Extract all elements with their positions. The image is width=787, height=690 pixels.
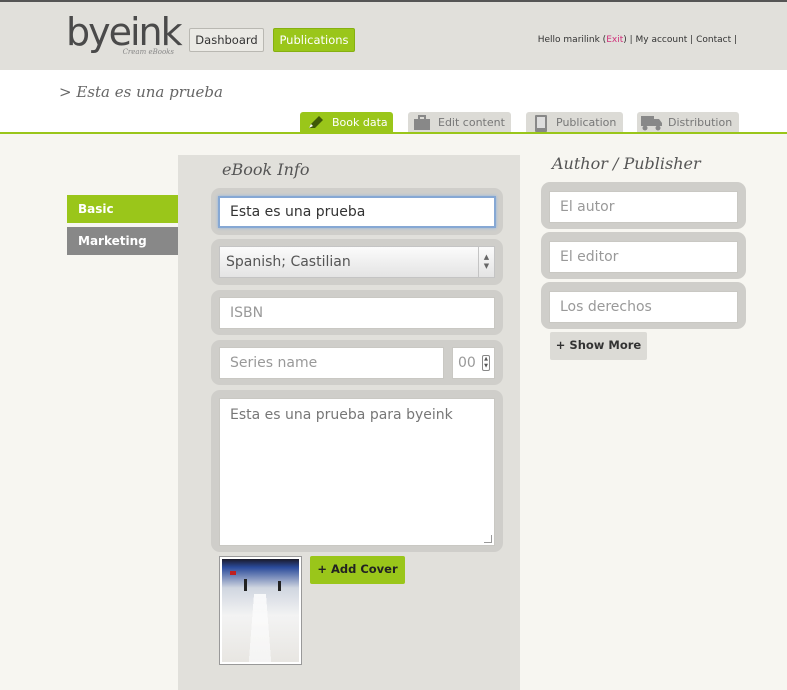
breadcrumb: > Esta es una prueba <box>59 83 223 101</box>
publications-button[interactable]: Publications <box>273 28 355 52</box>
dashboard-button[interactable]: Dashboard <box>189 28 264 52</box>
show-more-button[interactable]: + Show More <box>550 332 647 360</box>
author-field[interactable]: El autor <box>549 191 738 223</box>
stepper-arrows-icon[interactable]: ▲ ▼ <box>482 355 490 371</box>
rights-field[interactable]: Los derechos <box>549 291 738 323</box>
tab-publication[interactable]: Publication <box>526 112 623 134</box>
header: byeink Cream eBooks Dashboard Publicatio… <box>0 2 787 70</box>
tab-label: Book data <box>332 116 388 129</box>
language-select-value: Spanish; Castilian <box>226 254 351 270</box>
description-text: Esta es una prueba para byeink <box>230 407 453 423</box>
briefcase-icon <box>413 115 431 139</box>
logo-tagline: Cream eBooks <box>122 48 174 56</box>
exit-link[interactable]: Exit <box>606 35 623 45</box>
tab-book-data[interactable]: Book data <box>300 112 393 134</box>
logo[interactable]: byeink Cream eBooks <box>66 10 183 60</box>
select-arrows-icon: ▲ ▼ <box>478 247 494 277</box>
book-title-field[interactable]: Esta es una prueba <box>218 196 496 228</box>
cover-thumbnail[interactable] <box>219 556 302 665</box>
language-select[interactable]: Spanish; Castilian ▲ ▼ <box>219 246 495 278</box>
series-number-placeholder: 00 <box>458 355 476 371</box>
contact-link[interactable]: Contact <box>696 35 731 45</box>
description-textarea[interactable]: Esta es una prueba para byeink <box>219 398 495 546</box>
add-cover-button[interactable]: + Add Cover <box>310 556 405 584</box>
truck-icon <box>641 115 663 139</box>
tab-label: Distribution <box>668 116 733 129</box>
cover-image <box>222 559 299 662</box>
user-links: Hello marilink (Exit) | My account | Con… <box>537 35 737 45</box>
tab-label: Publication <box>556 116 617 129</box>
my-account-link[interactable]: My account <box>636 35 688 45</box>
tab-distribution[interactable]: Distribution <box>637 112 739 134</box>
resize-grip-icon[interactable] <box>484 535 492 543</box>
editor-field[interactable]: El editor <box>549 241 738 273</box>
pencil-icon <box>307 115 325 139</box>
series-name-field[interactable]: Series name <box>219 347 444 379</box>
side-tab-basic[interactable]: Basic <box>67 195 204 223</box>
tabs-underline <box>0 132 787 134</box>
tab-edit-content[interactable]: Edit content <box>408 112 511 134</box>
user-greeting: Hello marilink <box>537 35 600 45</box>
author-publisher-title: Author / Publisher <box>552 154 701 173</box>
ebook-info-title: eBook Info <box>222 160 310 179</box>
tab-label: Edit content <box>438 116 505 129</box>
isbn-field[interactable]: ISBN <box>219 297 495 329</box>
tablet-icon <box>534 115 548 140</box>
side-tab-marketing[interactable]: Marketing <box>67 227 178 255</box>
series-number-stepper[interactable]: 00 ▲ ▼ <box>452 347 495 379</box>
